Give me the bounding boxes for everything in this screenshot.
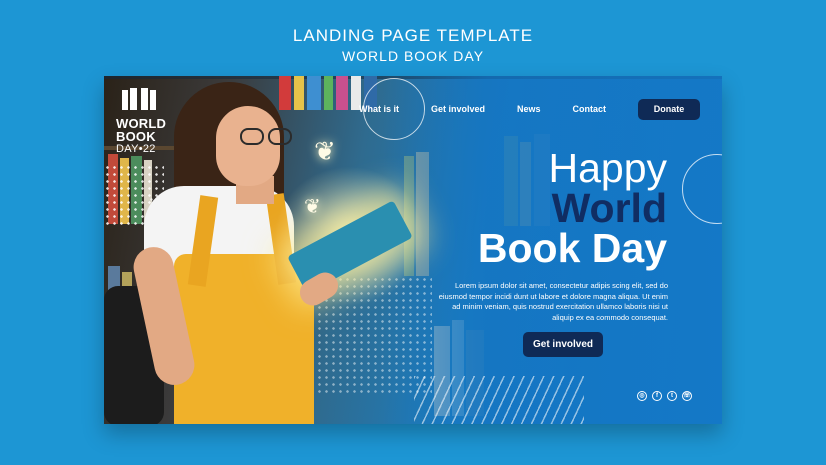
hero-heading: Happy World Book Day <box>477 145 667 271</box>
donate-button[interactable]: Donate <box>638 98 700 120</box>
nav-get-involved[interactable]: Get involved <box>431 104 485 114</box>
facebook-icon[interactable]: f <box>652 391 662 401</box>
hero-description: Lorem ipsum dolor sit amet, consectetur … <box>438 281 668 322</box>
glasses <box>240 128 298 146</box>
nav-what-is-it[interactable]: What is it <box>359 104 399 114</box>
social-links: ◎ f t ☏ <box>637 391 692 401</box>
page-title: LANDING PAGE TEMPLATE <box>292 26 534 45</box>
top-nav: What is it Get involved News Contact Don… <box>359 98 700 120</box>
logo-text: DAY•22 <box>116 143 156 155</box>
hero-line-happy: Happy <box>548 145 667 191</box>
logo[interactable]: WORLD BOOK DAY•22 <box>116 86 176 155</box>
nav-contact[interactable]: Contact <box>573 104 607 114</box>
whatsapp-icon[interactable]: ☏ <box>682 391 692 401</box>
butterfly-icon: ❦ <box>304 196 321 218</box>
get-involved-button[interactable]: Get involved <box>523 332 603 357</box>
girl-face <box>216 106 280 186</box>
page-header: LANDING PAGE TEMPLATE WORLD BOOK DAY <box>0 26 826 65</box>
instagram-icon[interactable]: ◎ <box>637 391 647 401</box>
butterfly-icon: ❦ <box>314 136 336 166</box>
twitter-icon[interactable]: t <box>667 391 677 401</box>
nav-news[interactable]: News <box>517 104 541 114</box>
page-subtitle: WORLD BOOK DAY <box>341 48 485 64</box>
landing-card: ❦ ❦ WORLD BOOK DAY•22 What is it Get inv… <box>104 76 722 424</box>
hero-line-book-day: Book Day <box>477 225 667 271</box>
decorative-stripes <box>414 376 584 424</box>
open-book-icon <box>122 88 156 110</box>
hero-line-world: World <box>551 185 667 231</box>
logo-text: BOOK <box>116 129 156 144</box>
